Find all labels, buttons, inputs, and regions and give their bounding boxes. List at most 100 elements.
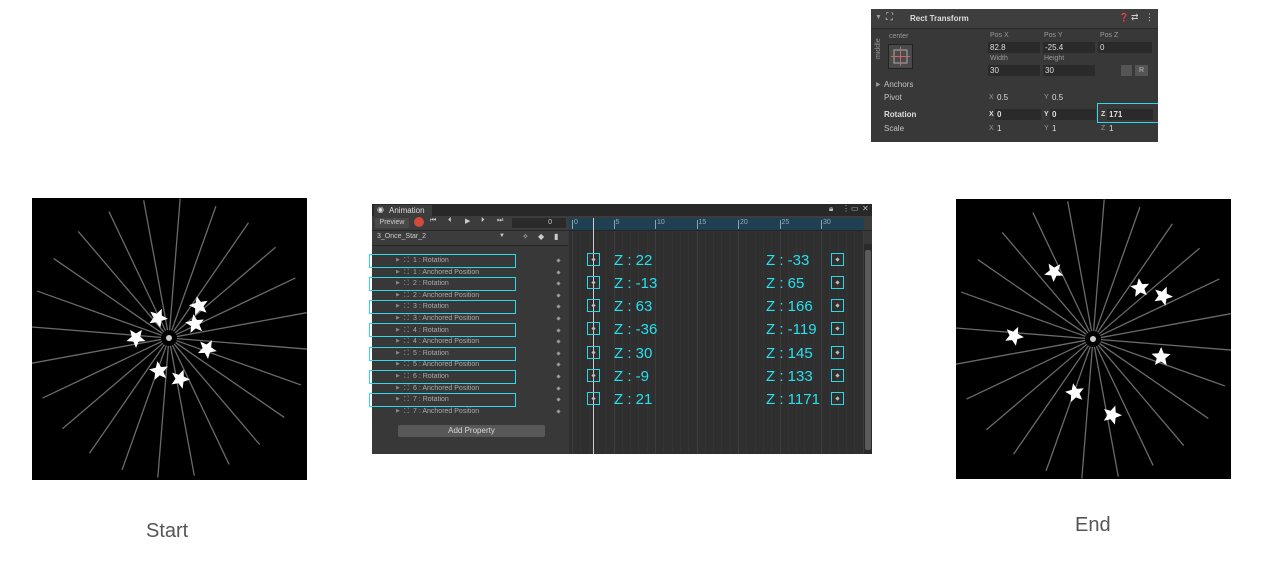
help-icon[interactable]: ❓ xyxy=(1119,13,1129,22)
foldout-arrow-icon[interactable]: ▼ xyxy=(875,14,882,21)
foldout-arrow-icon[interactable]: ▶ xyxy=(396,313,400,324)
keyframe-diamond-icon[interactable] xyxy=(556,409,561,414)
keyframe-diamond-icon[interactable] xyxy=(556,385,561,391)
property-list: ▶ ⛶ 1 : Rotation ▶ ⛶ 1 : Anchored Position ▶ ⛶ 2… xyxy=(372,204,568,454)
lock-icon[interactable]: 🔒︎ xyxy=(829,204,833,214)
keyframe-diamond-icon[interactable] xyxy=(556,281,561,286)
keyframe-diamond-icon[interactable] xyxy=(556,269,561,275)
property-label: 6 : Anchored Position xyxy=(413,384,480,392)
width-field[interactable]: 30 xyxy=(988,65,1040,76)
foldout-arrow-icon[interactable]: ▶ xyxy=(396,325,400,336)
keyframe-diamond-icon[interactable] xyxy=(556,316,561,321)
timeline-ruler[interactable]: 0 5 10 15 20 25 30 xyxy=(569,218,864,230)
timeline-gridline xyxy=(829,231,831,454)
scale-y-field[interactable]: 1 xyxy=(1050,123,1096,134)
foldout-arrow-icon[interactable]: ▶ xyxy=(396,348,400,359)
raw-edit-button[interactable]: R xyxy=(1135,65,1148,76)
burst-ray xyxy=(985,343,1088,431)
foldout-arrow-icon[interactable]: ▶ xyxy=(396,278,400,289)
property-label: 1 : Rotation xyxy=(413,257,449,264)
anchor-preset-button[interactable] xyxy=(888,44,913,69)
burst-ray xyxy=(1097,344,1185,447)
property-row[interactable]: ▶ ⛶ 6 : Rotation xyxy=(372,371,568,382)
scale-z-field[interactable]: 1 xyxy=(1107,123,1153,134)
foldout-arrow-icon[interactable]: ▶ xyxy=(396,255,400,266)
timeline-area[interactable] xyxy=(569,231,864,454)
rot-x-field[interactable]: 0 xyxy=(995,109,1041,120)
window-menu-icon[interactable]: ⋮ xyxy=(842,204,850,213)
keyframe-diamond-icon[interactable] xyxy=(556,397,561,402)
anchors-foldout-icon[interactable]: ▶ xyxy=(876,81,881,88)
property-row[interactable]: ▶ ⛶ 2 : Rotation xyxy=(372,278,568,289)
anchors-label[interactable]: Anchors xyxy=(884,80,913,89)
property-row[interactable]: ▶ ⛶ 7 : Rotation xyxy=(372,394,568,405)
blueprint-mode-button[interactable] xyxy=(1121,65,1132,76)
property-label: 5 : Rotation xyxy=(413,349,449,357)
rect-transform-icon: ⛶ xyxy=(404,338,409,346)
burst-ray xyxy=(977,258,1087,335)
start-caption: Start xyxy=(146,520,189,542)
property-row[interactable]: ▶ ⛶ 1 : Anchored Position xyxy=(372,267,568,278)
rect-transform-icon: ⛶ xyxy=(404,291,409,299)
timeline-gridline xyxy=(729,231,731,454)
keyframe-diamond-icon[interactable] xyxy=(556,351,561,356)
rot-y-field[interactable]: 0 xyxy=(1050,109,1096,120)
timeline-gridline xyxy=(688,231,690,454)
property-row[interactable]: ▶ ⛶ 2 : Anchored Position xyxy=(372,290,568,301)
foldout-arrow-icon[interactable]: ▶ xyxy=(396,290,400,301)
property-row[interactable]: ▶ ⛶ 4 : Anchored Position xyxy=(372,336,568,347)
foldout-arrow-icon[interactable]: ▶ xyxy=(396,359,400,370)
foldout-arrow-icon[interactable]: ▶ xyxy=(396,406,400,417)
pivot-y-field[interactable]: 0.5 xyxy=(1050,92,1096,103)
foldout-arrow-icon[interactable]: ▶ xyxy=(396,371,400,382)
keyframe-diamond-icon[interactable] xyxy=(556,339,561,344)
property-row[interactable]: ▶ ⛶ 5 : Anchored Position xyxy=(372,359,568,370)
property-row[interactable]: ▶ ⛶ 3 : Anchored Position xyxy=(372,313,568,324)
rotation-label: Rotation xyxy=(884,110,917,119)
scale-label: Scale xyxy=(884,124,905,133)
ruler-tick-label: 15 xyxy=(698,219,707,226)
property-label: 4 : Anchored Position xyxy=(413,338,480,346)
ruler-tick-label: 20 xyxy=(740,219,748,226)
timeline-scrollbar[interactable] xyxy=(864,244,872,454)
property-row[interactable]: ▶ ⛶ 6 : Anchored Position xyxy=(372,383,568,394)
keyframe-diamond-icon[interactable] xyxy=(556,362,561,368)
scale-z-label: Z xyxy=(1101,125,1106,132)
keyframe-diamond-icon[interactable] xyxy=(556,293,561,298)
property-row[interactable]: ▶ ⛶ 1 : Rotation xyxy=(372,255,568,266)
pos-z-field[interactable]: 0 xyxy=(1098,42,1152,53)
timeline-gridline xyxy=(779,231,781,454)
pos-y-label: Pos Y xyxy=(1044,32,1063,39)
star-icon xyxy=(1065,383,1084,403)
property-label: 7 : Rotation xyxy=(413,396,449,404)
scale-x-field[interactable]: 1 xyxy=(995,123,1041,134)
property-row[interactable]: ▶ ⛶ 5 : Rotation xyxy=(372,348,568,359)
foldout-arrow-icon[interactable]: ▶ xyxy=(396,394,400,405)
height-field[interactable]: 30 xyxy=(1043,65,1095,76)
foldout-arrow-icon[interactable]: ▶ xyxy=(396,267,400,278)
keyframe-diamond-icon[interactable] xyxy=(556,374,561,379)
keyframe-diamond-icon[interactable] xyxy=(556,327,561,333)
close-icon[interactable]: ✕ xyxy=(862,204,869,213)
property-row[interactable]: ▶ ⛶ 7 : Anchored Position xyxy=(372,406,568,417)
keyframe-diamond-icon[interactable] xyxy=(556,304,561,310)
scale-x-label: X xyxy=(989,125,994,132)
add-property-button[interactable]: Add Property xyxy=(398,425,545,437)
settings-icon[interactable]: ⇄ xyxy=(1131,12,1139,23)
pivot-x-field[interactable]: 0.5 xyxy=(995,92,1041,103)
menu-icon[interactable]: ⋮ xyxy=(1145,12,1154,23)
pos-x-field[interactable]: 82.8 xyxy=(988,42,1040,53)
scrollbar-thumb[interactable] xyxy=(865,250,871,450)
foldout-arrow-icon[interactable]: ▶ xyxy=(396,301,400,312)
foldout-arrow-icon[interactable]: ▶ xyxy=(396,383,400,394)
pos-y-field[interactable]: -25.4 xyxy=(1043,42,1095,53)
maximize-icon[interactable]: ▭ xyxy=(851,204,859,213)
keyframe-diamond-icon[interactable] xyxy=(556,258,561,263)
star-icon xyxy=(185,314,204,333)
property-label: 4 : Rotation xyxy=(413,326,449,334)
property-row[interactable]: ▶ ⛶ 4 : Rotation xyxy=(372,325,568,336)
foldout-arrow-icon[interactable]: ▶ xyxy=(396,336,400,347)
property-row[interactable]: ▶ ⛶ 3 : Rotation xyxy=(372,301,568,312)
playhead[interactable] xyxy=(593,218,594,454)
timeline-gridline xyxy=(588,231,590,454)
